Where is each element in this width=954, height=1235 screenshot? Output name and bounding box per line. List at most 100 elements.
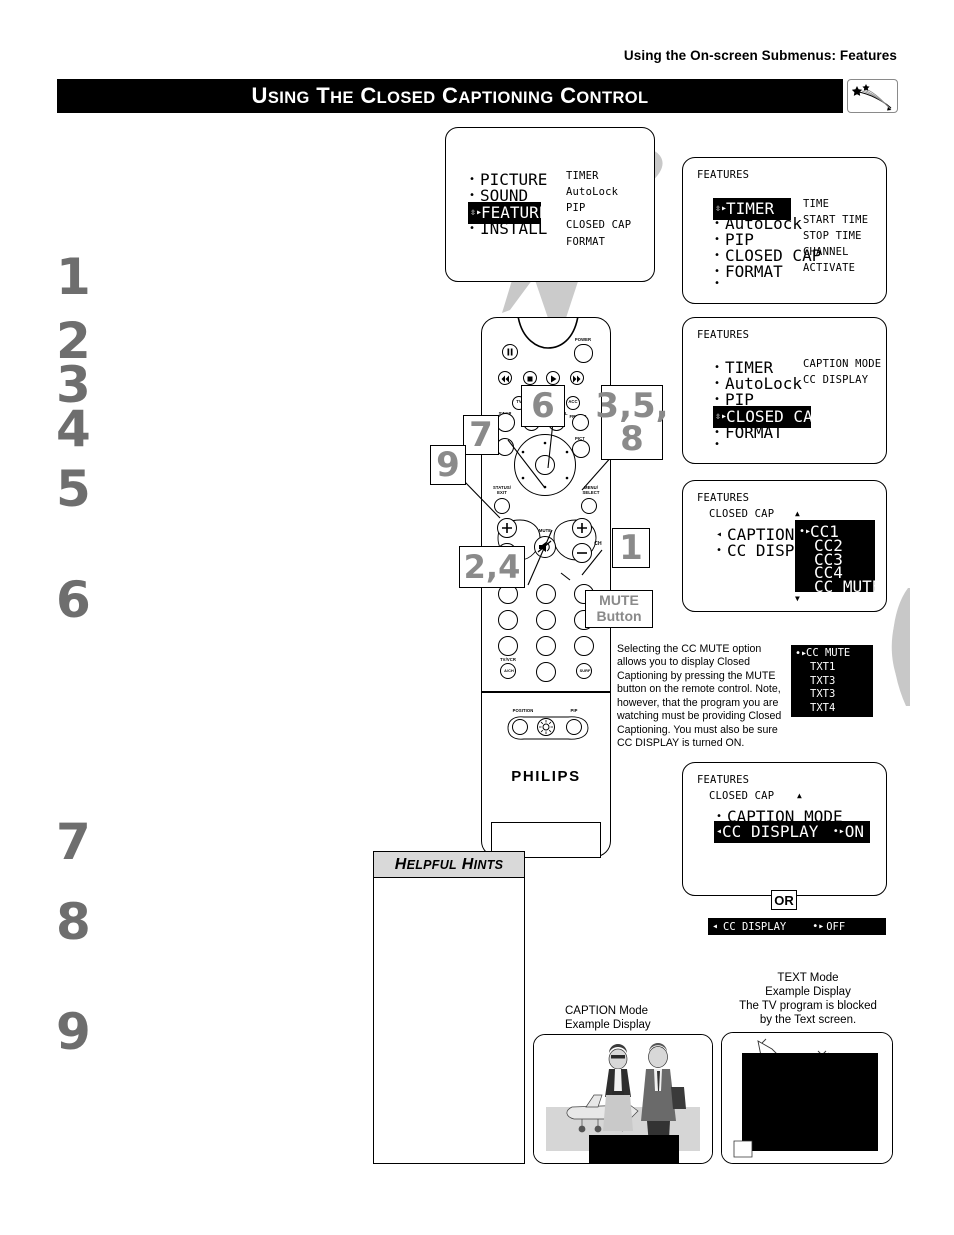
helpful-hints-box: HELPFUL HINTS — [373, 851, 525, 1164]
bullet-icon: • — [714, 218, 721, 229]
osd-option-list: •▸ CC1 CC2 CC3 CC4 CC MUTE — [795, 520, 881, 596]
osd-cc-display: FEATURES CLOSED CAP ▲ • CAPTION MODE ◂ C… — [682, 762, 887, 896]
remote-divider — [482, 691, 610, 693]
osd-sub-activate: ACTIVATE — [803, 262, 856, 274]
bullet-icon: • — [714, 394, 721, 405]
osd-item-value: ON — [844, 822, 864, 841]
osd-option-txt3a[interactable]: TXT3 — [810, 675, 835, 687]
bullet-icon: • — [714, 378, 721, 389]
volume-up-button[interactable] — [497, 518, 517, 538]
osd-item-label: CC DISPLAY — [723, 920, 787, 933]
bullet-icon: • — [714, 427, 721, 438]
select-arrow-icon: •▸ — [799, 526, 812, 537]
scroll-up-icon[interactable]: ▲ — [797, 791, 802, 800]
mute-button[interactable] — [534, 536, 556, 558]
status-exit-label: STATUS/ EXIT — [493, 485, 511, 496]
osd-item-ccdisplay-selected[interactable]: ◂ CC DISPLAY •▸ ON — [714, 821, 870, 843]
caption-example-image — [534, 1035, 712, 1163]
osd-sub-pip: PIP — [566, 202, 586, 214]
pip-label: PIP — [570, 708, 578, 713]
power-button[interactable] — [574, 344, 593, 363]
keypad-7[interactable] — [498, 636, 518, 656]
mute-callout-line2: Button — [596, 608, 642, 624]
osd-option-txt1[interactable]: TXT1 — [810, 661, 835, 673]
osd-item-label: FORMAT — [725, 423, 783, 442]
rewind-button[interactable] — [498, 371, 512, 385]
freeze-button[interactable] — [572, 414, 589, 431]
menu-select-button[interactable] — [581, 498, 597, 514]
osd-option-label: TXT1 — [810, 661, 836, 673]
text-example-line3: The TV program is blocked — [739, 1000, 877, 1013]
power-label: POWER — [574, 337, 592, 342]
left-arrow-icon: ◂ — [716, 529, 723, 540]
callout-6: 6 — [521, 385, 565, 427]
osd-subtitle: CLOSED CAP — [709, 790, 775, 802]
scroll-down-icon[interactable]: ▼ — [795, 594, 800, 603]
osd-option-ccmute-selected[interactable]: •▸ CC MUTE — [795, 647, 850, 659]
page-title-bar: USING THE CLOSED CAPTIONING CONTROL — [57, 79, 843, 113]
keypad-4[interactable] — [498, 610, 518, 630]
select-arrow-icon: •▸ — [812, 921, 825, 932]
bullet-icon: • — [469, 174, 476, 185]
bullet-icon: • — [714, 234, 721, 245]
fast-forward-button[interactable] — [570, 371, 584, 385]
keypad-9[interactable] — [574, 636, 594, 656]
osd-text-option-list: •▸ CC MUTE TXT1 TXT3 TXT3 TXT4 — [791, 645, 873, 717]
osd-title: FEATURES — [697, 329, 750, 341]
tv-vcr-label: TV/VCR — [500, 657, 516, 662]
mute-callout-line1: MUTE — [599, 592, 639, 609]
running-head: Using the On-screen Submenus: Features — [623, 48, 897, 63]
position-button[interactable] — [512, 719, 528, 735]
play-button[interactable] — [546, 371, 560, 385]
scroll-up-icon[interactable]: ▲ — [795, 509, 800, 518]
osd-sub-ccdisplay: CC DISPLAY — [803, 374, 869, 386]
text-example-line4: by the Text screen. — [759, 1014, 857, 1027]
surf-label: SURF — [579, 669, 591, 673]
surf-button[interactable]: SURF — [576, 663, 592, 679]
brightness-button[interactable] — [537, 718, 555, 736]
acc-label: ACC — [568, 399, 578, 404]
osd-option-txt3b[interactable]: TXT3 — [810, 688, 835, 700]
bullet-icon: • — [714, 278, 721, 289]
left-arrow-icon: ◂ — [712, 921, 719, 932]
osd-item-label: CC DISPLAY — [722, 822, 819, 841]
keypad-0[interactable] — [536, 662, 556, 682]
pip-button[interactable] — [566, 719, 582, 735]
status-exit-button[interactable] — [494, 498, 510, 514]
osd-title: FEATURES — [697, 774, 750, 786]
stop-button[interactable] — [523, 371, 537, 385]
channel-up-button[interactable] — [572, 518, 592, 538]
osd-sub-format: FORMAT — [566, 236, 606, 248]
step-number-5: 5 — [56, 460, 91, 518]
pause-button[interactable] — [502, 344, 518, 360]
osd-title: FEATURES — [697, 492, 750, 504]
channel-down-button[interactable] — [572, 543, 592, 563]
osd-option-txt4[interactable]: TXT4 — [810, 702, 835, 714]
step-number-7: 7 — [56, 813, 91, 871]
osd-sub-starttime: START TIME — [803, 214, 869, 226]
manual-page: Using the On-screen Submenus: Features U… — [0, 0, 954, 1235]
osd-sub-stoptime: STOP TIME — [803, 230, 862, 242]
body-paragraph: Selecting the CC MUTE option allows you … — [617, 643, 782, 750]
step-number-6: 6 — [56, 571, 91, 629]
keypad-8[interactable] — [536, 636, 556, 656]
step-number-9: 9 — [56, 1003, 91, 1061]
osd-main-menu: • PICTURE • SOUND ⇳▸ FEATURES • INSTALL … — [445, 127, 655, 282]
osd-option-label: CC MUTE — [806, 647, 851, 659]
osd-item-blank: • — [714, 278, 725, 289]
mute-label: MUTE — [538, 528, 552, 533]
osd-option-label: TXT4 — [810, 702, 836, 714]
osd-item-install[interactable]: • INSTALL — [469, 219, 547, 238]
osd-sub-captionmode: CAPTION MODE — [803, 358, 882, 370]
text-example-line1: TEXT Mode — [777, 972, 839, 984]
ch-side-label: CH — [594, 541, 602, 547]
keypad-5[interactable] — [536, 610, 556, 630]
osd-row-ccdisplay-off[interactable]: ◂ CC DISPLAY •▸ OFF — [708, 918, 886, 935]
brand-label: PHILIPS — [511, 768, 581, 785]
bullet-icon: • — [469, 223, 476, 234]
select-arrow-icon: •▸ — [795, 647, 808, 659]
osd-sub-channel: CHANNEL — [803, 246, 849, 258]
a-ch-button[interactable]: A/CH — [500, 663, 516, 679]
keypad-2[interactable] — [536, 584, 556, 604]
osd-option-ccmute[interactable]: CC MUTE — [814, 577, 881, 596]
